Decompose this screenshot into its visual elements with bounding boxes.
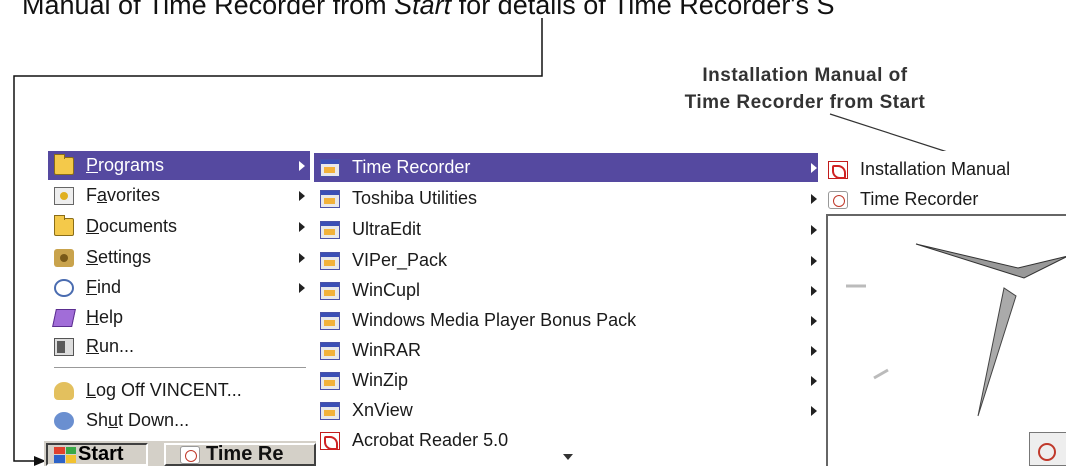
clock-hand-short (977, 287, 1017, 417)
time-recorder-item-installation-manual[interactable]: Installation Manual (822, 155, 1066, 184)
time-recorder-icon (828, 190, 848, 209)
start-menu-item-favorites[interactable]: Favorites (48, 181, 310, 210)
programs-item-time-recorder[interactable]: Time Recorder (314, 153, 822, 182)
program-group-icon (320, 158, 340, 177)
help-icon (52, 308, 76, 327)
start-menu-item-find[interactable]: Find (48, 273, 310, 302)
program-group-icon (320, 189, 340, 208)
settings-icon (54, 248, 74, 267)
clock-hand-long (915, 243, 1066, 279)
programs-item-acrobat-reader[interactable]: Acrobat Reader 5.0 (314, 426, 822, 455)
clock-tick (873, 368, 889, 380)
submenu-arrow-icon (299, 190, 305, 201)
program-group-icon (320, 311, 340, 330)
start-menu-item-help[interactable]: Help (48, 303, 310, 332)
taskbar-button-label: Time Re (206, 443, 284, 465)
start-menu-item-log-off[interactable]: Log Off VINCENT... (48, 376, 310, 405)
programs-menu: Time Recorder Toshiba Utilities UltraEdi… (310, 151, 824, 466)
programs-item-winrar[interactable]: WinRAR (314, 336, 822, 365)
start-menu: Programs Favorites Documents Settings Fi… (44, 151, 312, 441)
submenu-arrow-icon (811, 315, 817, 326)
taskbar-button-time-recorder[interactable]: Time Re (164, 443, 316, 466)
start-menu-item-documents[interactable]: Documents (48, 212, 310, 241)
start-menu-item-settings[interactable]: Settings (48, 243, 310, 272)
program-group-icon (320, 220, 340, 239)
submenu-arrow-icon (811, 162, 817, 173)
program-group-icon (320, 401, 340, 420)
menu-separator (54, 367, 306, 369)
windows-logo-icon (54, 446, 76, 463)
program-group-icon (320, 371, 340, 390)
shut-down-icon (54, 411, 74, 430)
documents-icon (54, 214, 74, 236)
programs-item-viper-pack[interactable]: VIPer_Pack (314, 246, 822, 275)
time-recorder-icon (180, 445, 200, 464)
program-group-icon (320, 251, 340, 270)
submenu-arrow-icon (811, 255, 817, 266)
menu-scroll-down-icon[interactable] (563, 454, 573, 460)
find-icon (54, 278, 74, 297)
programs-item-ultraedit[interactable]: UltraEdit (314, 215, 822, 244)
start-button[interactable]: Start (46, 443, 148, 466)
submenu-arrow-icon (811, 224, 817, 235)
programs-item-wincupl[interactable]: WinCupl (314, 276, 822, 305)
pdf-icon (828, 160, 848, 179)
submenu-arrow-icon (811, 285, 817, 296)
favorites-icon (54, 186, 74, 205)
clock-graphic (846, 243, 1066, 417)
submenu-arrow-icon (811, 345, 817, 356)
time-recorder-menu: Installation Manual Time Recorder (818, 151, 1066, 213)
programs-item-xnview[interactable]: XnView (314, 396, 822, 425)
program-group-icon (320, 281, 340, 300)
submenu-arrow-icon (299, 282, 305, 293)
desktop-preview (826, 214, 1066, 466)
submenu-arrow-icon (299, 252, 305, 263)
submenu-arrow-icon (299, 160, 305, 171)
tray-clock-icon[interactable] (1029, 432, 1066, 466)
start-menu-item-run[interactable]: Run... (48, 332, 310, 361)
start-menu-item-programs[interactable]: Programs (48, 151, 310, 180)
submenu-arrow-icon (299, 221, 305, 232)
start-label: Start (78, 443, 124, 465)
time-recorder-item-time-recorder[interactable]: Time Recorder (822, 185, 1066, 214)
submenu-arrow-icon (811, 375, 817, 386)
start-menu-item-shut-down[interactable]: Shut Down... (48, 406, 310, 435)
programs-item-winzip[interactable]: WinZip (314, 366, 822, 395)
log-off-icon (54, 381, 74, 400)
acrobat-icon (320, 431, 340, 450)
submenu-arrow-icon (811, 193, 817, 204)
submenu-arrow-icon (811, 405, 817, 416)
folder-icon (54, 153, 74, 175)
programs-item-toshiba-utilities[interactable]: Toshiba Utilities (314, 184, 822, 213)
programs-item-windows-media-player-bonus-pack[interactable]: Windows Media Player Bonus Pack (314, 306, 822, 335)
program-group-icon (320, 341, 340, 360)
run-icon (54, 337, 74, 356)
